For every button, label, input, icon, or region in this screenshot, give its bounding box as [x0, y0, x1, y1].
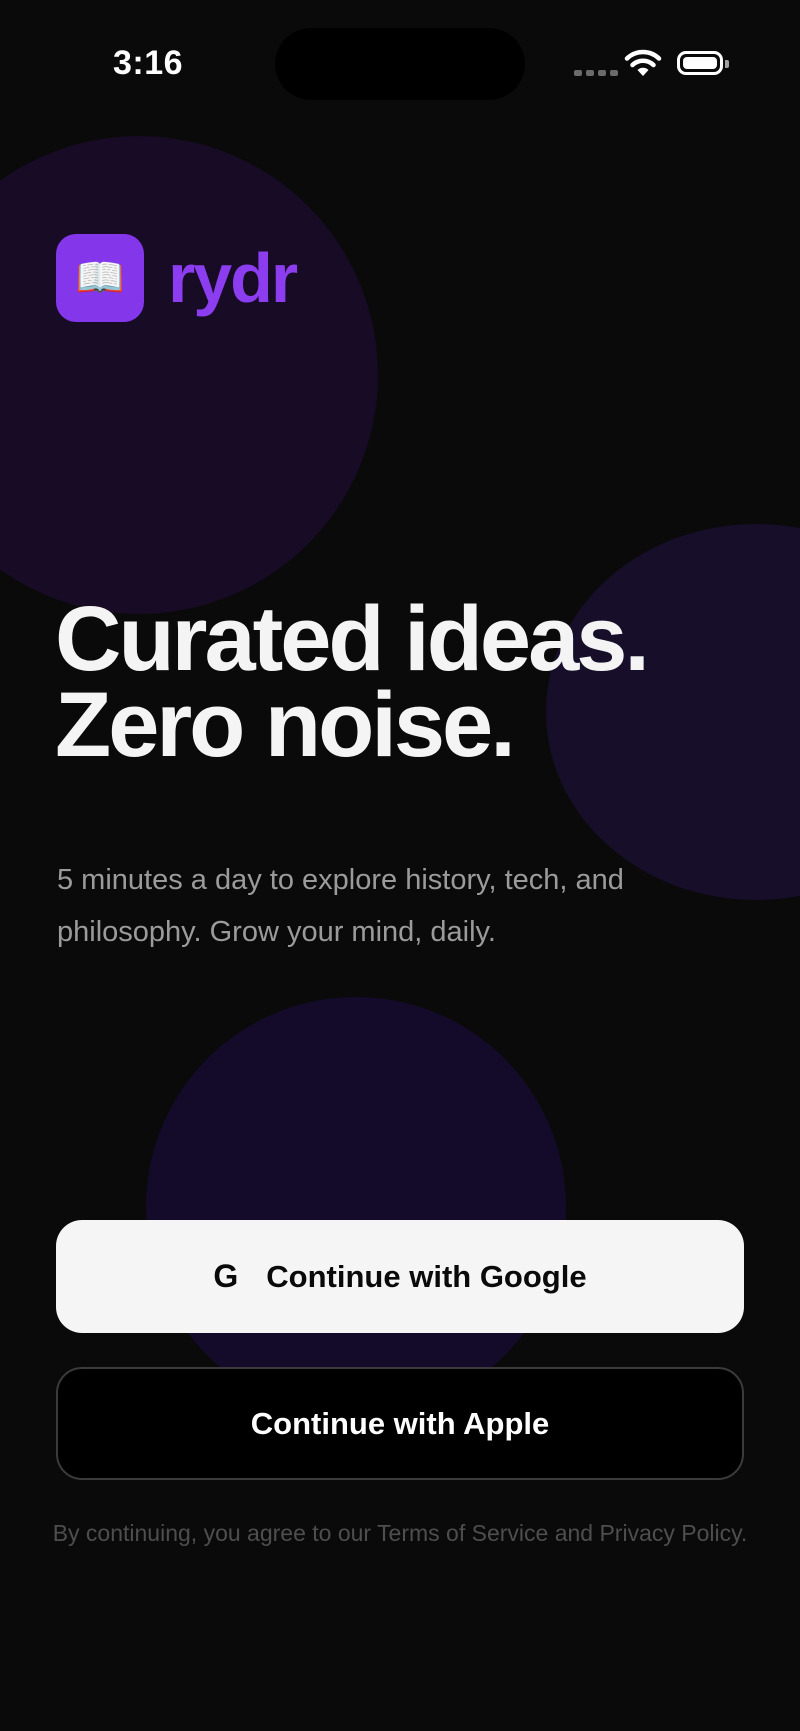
login-screen: 3:16 📖 rydr Curated ideas. Zero noise. 5…	[0, 0, 800, 1731]
google-button-label: Continue with Google	[266, 1258, 587, 1294]
continue-with-apple-button[interactable]: Continue with Apple	[56, 1367, 744, 1480]
headline-line-2: Zero noise.	[55, 674, 516, 776]
decorative-circle	[0, 136, 378, 614]
google-icon: G	[213, 1258, 239, 1294]
open-book-icon: 📖	[75, 256, 125, 300]
battery-icon	[677, 51, 729, 75]
continue-with-google-button[interactable]: G Continue with Google	[56, 1220, 744, 1333]
app-logo: 📖	[56, 234, 144, 322]
decorative-circle	[146, 997, 566, 1417]
wifi-icon	[624, 49, 662, 76]
headline: Curated ideas. Zero noise.	[55, 588, 775, 776]
status-time: 3:16	[113, 44, 184, 82]
dynamic-island	[275, 28, 525, 100]
apple-button-label: Continue with Apple	[250, 1405, 550, 1441]
app-name: rydr	[168, 239, 298, 317]
headline-line-1: Curated ideas.	[55, 588, 650, 690]
legal-notice: By continuing, you agree to our Terms of…	[52, 1520, 748, 1546]
cellular-signal-icon	[574, 70, 618, 76]
subtitle: 5 minutes a day to explore history, tech…	[57, 864, 624, 948]
